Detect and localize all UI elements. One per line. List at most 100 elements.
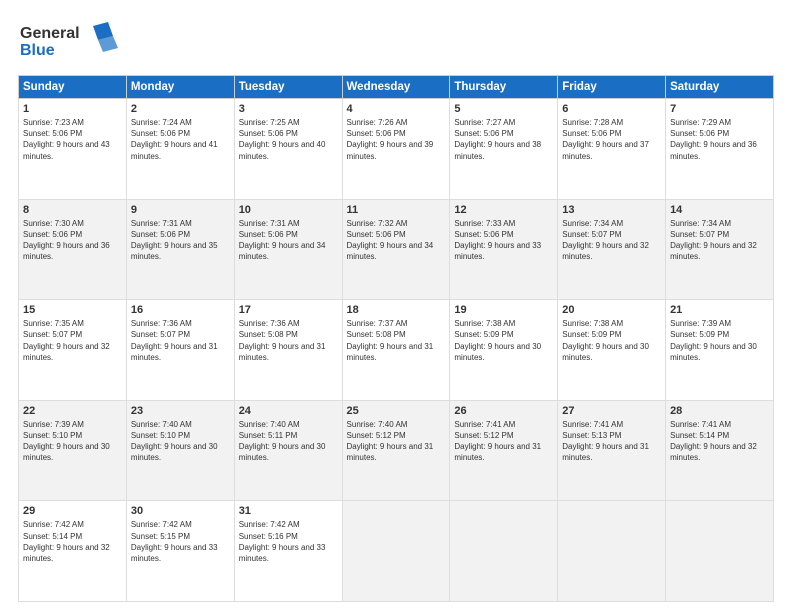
table-row: 25 Sunrise: 7:40 AMSunset: 5:12 PMDaylig… — [342, 400, 450, 501]
day-number: 23 — [131, 405, 230, 417]
day-number: 18 — [347, 304, 446, 316]
day-info: Sunrise: 7:39 AMSunset: 5:10 PMDaylight:… — [23, 419, 122, 464]
day-number: 8 — [23, 204, 122, 216]
day-number: 11 — [347, 204, 446, 216]
day-number: 19 — [454, 304, 553, 316]
calendar-row: 8 Sunrise: 7:30 AMSunset: 5:06 PMDayligh… — [19, 199, 774, 300]
day-info: Sunrise: 7:24 AMSunset: 5:06 PMDaylight:… — [131, 117, 230, 162]
table-row: 2 Sunrise: 7:24 AMSunset: 5:06 PMDayligh… — [126, 99, 234, 200]
day-number: 1 — [23, 103, 122, 115]
table-row: 12 Sunrise: 7:33 AMSunset: 5:06 PMDaylig… — [450, 199, 558, 300]
day-number: 17 — [239, 304, 338, 316]
calendar-row: 22 Sunrise: 7:39 AMSunset: 5:10 PMDaylig… — [19, 400, 774, 501]
table-row: 29 Sunrise: 7:42 AMSunset: 5:14 PMDaylig… — [19, 501, 127, 602]
table-row: 20 Sunrise: 7:38 AMSunset: 5:09 PMDaylig… — [558, 300, 666, 401]
day-number: 26 — [454, 405, 553, 417]
day-number: 6 — [562, 103, 661, 115]
day-number: 16 — [131, 304, 230, 316]
table-row: 24 Sunrise: 7:40 AMSunset: 5:11 PMDaylig… — [234, 400, 342, 501]
day-number: 31 — [239, 505, 338, 517]
day-info: Sunrise: 7:23 AMSunset: 5:06 PMDaylight:… — [23, 117, 122, 162]
table-row: 1 Sunrise: 7:23 AMSunset: 5:06 PMDayligh… — [19, 99, 127, 200]
svg-text:Blue: Blue — [20, 42, 55, 59]
day-number: 15 — [23, 304, 122, 316]
day-number: 7 — [670, 103, 769, 115]
table-row: 10 Sunrise: 7:31 AMSunset: 5:06 PMDaylig… — [234, 199, 342, 300]
day-info: Sunrise: 7:41 AMSunset: 5:13 PMDaylight:… — [562, 419, 661, 464]
col-wednesday: Wednesday — [342, 76, 450, 99]
table-row: 14 Sunrise: 7:34 AMSunset: 5:07 PMDaylig… — [666, 199, 774, 300]
day-number: 14 — [670, 204, 769, 216]
table-row — [342, 501, 450, 602]
col-friday: Friday — [558, 76, 666, 99]
page: General Blue Sunday Monday Tuesday Wedne… — [0, 0, 792, 612]
day-info: Sunrise: 7:42 AMSunset: 5:16 PMDaylight:… — [239, 519, 338, 564]
day-info: Sunrise: 7:30 AMSunset: 5:06 PMDaylight:… — [23, 218, 122, 263]
day-info: Sunrise: 7:32 AMSunset: 5:06 PMDaylight:… — [347, 218, 446, 263]
table-row: 6 Sunrise: 7:28 AMSunset: 5:06 PMDayligh… — [558, 99, 666, 200]
table-row — [450, 501, 558, 602]
table-row — [666, 501, 774, 602]
col-sunday: Sunday — [19, 76, 127, 99]
day-info: Sunrise: 7:37 AMSunset: 5:08 PMDaylight:… — [347, 318, 446, 363]
table-row: 31 Sunrise: 7:42 AMSunset: 5:16 PMDaylig… — [234, 501, 342, 602]
day-info: Sunrise: 7:41 AMSunset: 5:14 PMDaylight:… — [670, 419, 769, 464]
day-info: Sunrise: 7:26 AMSunset: 5:06 PMDaylight:… — [347, 117, 446, 162]
day-info: Sunrise: 7:28 AMSunset: 5:06 PMDaylight:… — [562, 117, 661, 162]
col-saturday: Saturday — [666, 76, 774, 99]
header-row: Sunday Monday Tuesday Wednesday Thursday… — [19, 76, 774, 99]
day-info: Sunrise: 7:41 AMSunset: 5:12 PMDaylight:… — [454, 419, 553, 464]
day-info: Sunrise: 7:40 AMSunset: 5:11 PMDaylight:… — [239, 419, 338, 464]
day-info: Sunrise: 7:34 AMSunset: 5:07 PMDaylight:… — [670, 218, 769, 263]
table-row: 26 Sunrise: 7:41 AMSunset: 5:12 PMDaylig… — [450, 400, 558, 501]
logo-icon: General Blue — [18, 18, 123, 60]
day-number: 22 — [23, 405, 122, 417]
table-row: 16 Sunrise: 7:36 AMSunset: 5:07 PMDaylig… — [126, 300, 234, 401]
day-info: Sunrise: 7:42 AMSunset: 5:14 PMDaylight:… — [23, 519, 122, 564]
col-thursday: Thursday — [450, 76, 558, 99]
table-row: 17 Sunrise: 7:36 AMSunset: 5:08 PMDaylig… — [234, 300, 342, 401]
day-info: Sunrise: 7:39 AMSunset: 5:09 PMDaylight:… — [670, 318, 769, 363]
day-number: 5 — [454, 103, 553, 115]
day-info: Sunrise: 7:40 AMSunset: 5:12 PMDaylight:… — [347, 419, 446, 464]
table-row: 22 Sunrise: 7:39 AMSunset: 5:10 PMDaylig… — [19, 400, 127, 501]
table-row — [558, 501, 666, 602]
day-number: 28 — [670, 405, 769, 417]
day-number: 9 — [131, 204, 230, 216]
day-number: 12 — [454, 204, 553, 216]
header: General Blue — [18, 18, 774, 65]
day-number: 3 — [239, 103, 338, 115]
table-row: 4 Sunrise: 7:26 AMSunset: 5:06 PMDayligh… — [342, 99, 450, 200]
day-info: Sunrise: 7:34 AMSunset: 5:07 PMDaylight:… — [562, 218, 661, 263]
day-number: 25 — [347, 405, 446, 417]
calendar-row: 15 Sunrise: 7:35 AMSunset: 5:07 PMDaylig… — [19, 300, 774, 401]
table-row: 11 Sunrise: 7:32 AMSunset: 5:06 PMDaylig… — [342, 199, 450, 300]
day-info: Sunrise: 7:36 AMSunset: 5:08 PMDaylight:… — [239, 318, 338, 363]
day-number: 2 — [131, 103, 230, 115]
day-number: 13 — [562, 204, 661, 216]
day-info: Sunrise: 7:35 AMSunset: 5:07 PMDaylight:… — [23, 318, 122, 363]
day-number: 20 — [562, 304, 661, 316]
day-info: Sunrise: 7:38 AMSunset: 5:09 PMDaylight:… — [562, 318, 661, 363]
col-monday: Monday — [126, 76, 234, 99]
day-info: Sunrise: 7:40 AMSunset: 5:10 PMDaylight:… — [131, 419, 230, 464]
day-number: 21 — [670, 304, 769, 316]
day-info: Sunrise: 7:27 AMSunset: 5:06 PMDaylight:… — [454, 117, 553, 162]
day-info: Sunrise: 7:36 AMSunset: 5:07 PMDaylight:… — [131, 318, 230, 363]
table-row: 27 Sunrise: 7:41 AMSunset: 5:13 PMDaylig… — [558, 400, 666, 501]
table-row: 8 Sunrise: 7:30 AMSunset: 5:06 PMDayligh… — [19, 199, 127, 300]
table-row: 15 Sunrise: 7:35 AMSunset: 5:07 PMDaylig… — [19, 300, 127, 401]
day-info: Sunrise: 7:29 AMSunset: 5:06 PMDaylight:… — [670, 117, 769, 162]
table-row: 9 Sunrise: 7:31 AMSunset: 5:06 PMDayligh… — [126, 199, 234, 300]
day-info: Sunrise: 7:33 AMSunset: 5:06 PMDaylight:… — [454, 218, 553, 263]
day-info: Sunrise: 7:31 AMSunset: 5:06 PMDaylight:… — [131, 218, 230, 263]
day-number: 27 — [562, 405, 661, 417]
table-row: 13 Sunrise: 7:34 AMSunset: 5:07 PMDaylig… — [558, 199, 666, 300]
day-number: 30 — [131, 505, 230, 517]
svg-text:General: General — [20, 25, 80, 42]
day-number: 10 — [239, 204, 338, 216]
table-row: 5 Sunrise: 7:27 AMSunset: 5:06 PMDayligh… — [450, 99, 558, 200]
table-row: 18 Sunrise: 7:37 AMSunset: 5:08 PMDaylig… — [342, 300, 450, 401]
day-number: 24 — [239, 405, 338, 417]
day-info: Sunrise: 7:31 AMSunset: 5:06 PMDaylight:… — [239, 218, 338, 263]
